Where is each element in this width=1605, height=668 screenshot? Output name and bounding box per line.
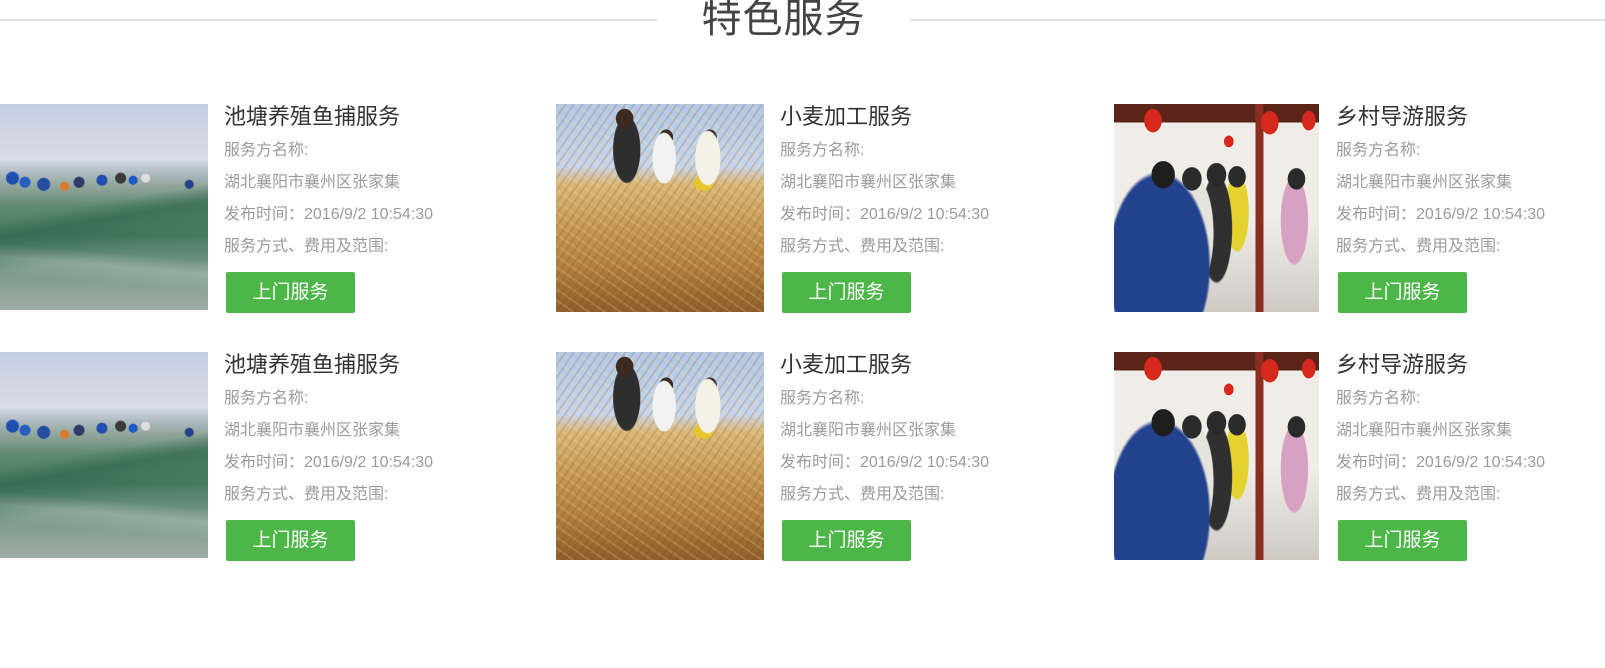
service-method-label: 服务方式、费用及范围: bbox=[224, 486, 389, 503]
service-image[interactable] bbox=[1114, 352, 1319, 560]
service-provider-label: 服务方名称: bbox=[1336, 390, 1421, 407]
service-card: 乡村导游服务 服务方名称: 湖北襄阳市襄州区张家集 发布时间：2016/9/2 … bbox=[1114, 352, 1605, 564]
service-location: 湖北襄阳市襄州区张家集 bbox=[780, 422, 957, 439]
service-image[interactable] bbox=[1114, 104, 1319, 312]
service-provider-label: 服务方名称: bbox=[780, 390, 865, 407]
service-info: 小麦加工服务 服务方名称: 湖北襄阳市襄州区张家集 发布时间：2016/9/2 … bbox=[780, 104, 989, 316]
section-title: 特色服务 bbox=[701, 0, 866, 41]
service-method-label: 服务方式、费用及范围: bbox=[224, 238, 389, 255]
service-image[interactable] bbox=[556, 104, 764, 312]
service-image[interactable] bbox=[556, 352, 764, 560]
service-card: 小麦加工服务 服务方名称: 湖北襄阳市襄州区张家集 发布时间：2016/9/2 … bbox=[556, 352, 1112, 564]
door-service-button[interactable]: 上门服务 bbox=[226, 272, 355, 313]
service-image[interactable] bbox=[0, 352, 208, 558]
service-publish-time: 发布时间：2016/9/2 10:54:30 bbox=[1336, 206, 1546, 223]
service-provider-label: 服务方名称: bbox=[224, 142, 309, 159]
service-method-label: 服务方式、费用及范围: bbox=[780, 238, 945, 255]
service-location: 湖北襄阳市襄州区张家集 bbox=[780, 174, 957, 191]
service-provider-label: 服务方名称: bbox=[780, 142, 865, 159]
service-method-label: 服务方式、费用及范围: bbox=[1336, 486, 1501, 503]
service-info: 小麦加工服务 服务方名称: 湖北襄阳市襄州区张家集 发布时间：2016/9/2 … bbox=[780, 352, 989, 564]
service-title[interactable]: 小麦加工服务 bbox=[780, 352, 989, 378]
service-publish-time: 发布时间：2016/9/2 10:54:30 bbox=[780, 454, 990, 471]
header-divider-right bbox=[910, 19, 1605, 21]
service-publish-time: 发布时间：2016/9/2 10:54:30 bbox=[780, 206, 990, 223]
service-provider-label: 服务方名称: bbox=[1336, 142, 1421, 159]
service-title[interactable]: 乡村导游服务 bbox=[1336, 352, 1545, 378]
service-card: 小麦加工服务 服务方名称: 湖北襄阳市襄州区张家集 发布时间：2016/9/2 … bbox=[556, 104, 1112, 316]
header-divider-left bbox=[0, 19, 657, 21]
service-title[interactable]: 小麦加工服务 bbox=[780, 104, 989, 130]
service-title[interactable]: 池塘养殖鱼捕服务 bbox=[224, 352, 433, 378]
door-service-button[interactable]: 上门服务 bbox=[226, 520, 355, 561]
service-publish-time: 发布时间：2016/9/2 10:54:30 bbox=[224, 206, 434, 223]
service-provider-label: 服务方名称: bbox=[224, 390, 309, 407]
service-info: 池塘养殖鱼捕服务 服务方名称: 湖北襄阳市襄州区张家集 发布时间：2016/9/… bbox=[224, 352, 433, 564]
service-info: 乡村导游服务 服务方名称: 湖北襄阳市襄州区张家集 发布时间：2016/9/2 … bbox=[1336, 104, 1545, 316]
door-service-button[interactable]: 上门服务 bbox=[1338, 272, 1467, 313]
service-method-label: 服务方式、费用及范围: bbox=[780, 486, 945, 503]
service-title[interactable]: 乡村导游服务 bbox=[1336, 104, 1545, 130]
service-location: 湖北襄阳市襄州区张家集 bbox=[1336, 174, 1513, 191]
service-card: 乡村导游服务 服务方名称: 湖北襄阳市襄州区张家集 发布时间：2016/9/2 … bbox=[1114, 104, 1605, 316]
door-service-button[interactable]: 上门服务 bbox=[1338, 520, 1467, 561]
door-service-button[interactable]: 上门服务 bbox=[782, 272, 911, 313]
door-service-button[interactable]: 上门服务 bbox=[782, 520, 911, 561]
service-location: 湖北襄阳市襄州区张家集 bbox=[224, 422, 401, 439]
service-image[interactable] bbox=[0, 104, 208, 310]
service-location: 湖北襄阳市襄州区张家集 bbox=[1336, 422, 1513, 439]
service-info: 乡村导游服务 服务方名称: 湖北襄阳市襄州区张家集 发布时间：2016/9/2 … bbox=[1336, 352, 1545, 564]
service-publish-time: 发布时间：2016/9/2 10:54:30 bbox=[224, 454, 434, 471]
service-publish-time: 发布时间：2016/9/2 10:54:30 bbox=[1336, 454, 1546, 471]
service-card: 池塘养殖鱼捕服务 服务方名称: 湖北襄阳市襄州区张家集 发布时间：2016/9/… bbox=[0, 352, 556, 564]
service-card: 池塘养殖鱼捕服务 服务方名称: 湖北襄阳市襄州区张家集 发布时间：2016/9/… bbox=[0, 104, 556, 316]
service-info: 池塘养殖鱼捕服务 服务方名称: 湖北襄阳市襄州区张家集 发布时间：2016/9/… bbox=[224, 104, 433, 316]
service-method-label: 服务方式、费用及范围: bbox=[1336, 238, 1501, 255]
service-location: 湖北襄阳市襄州区张家集 bbox=[224, 174, 401, 191]
service-title[interactable]: 池塘养殖鱼捕服务 bbox=[224, 104, 433, 130]
